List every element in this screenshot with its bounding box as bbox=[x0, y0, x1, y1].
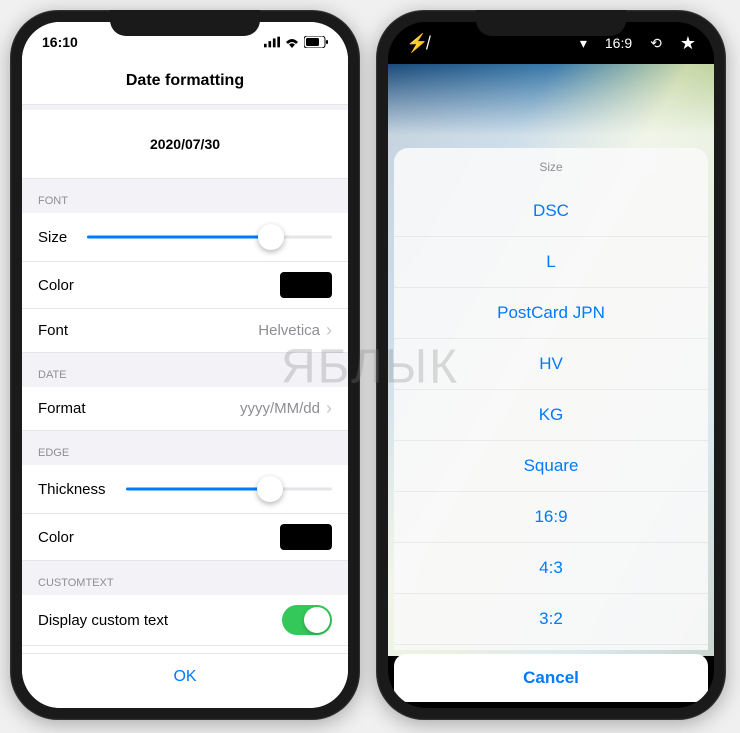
row-display-custom-text[interactable]: Display custom text bbox=[22, 595, 348, 646]
status-time: 16:10 bbox=[42, 34, 78, 50]
slider-track bbox=[87, 236, 332, 239]
size-option-kg[interactable]: KG bbox=[394, 390, 708, 441]
thickness-slider[interactable] bbox=[126, 475, 332, 503]
sheet-title: Size bbox=[394, 148, 708, 186]
row-font-color[interactable]: Color bbox=[22, 262, 348, 309]
size-option-4-3[interactable]: 4:3 bbox=[394, 543, 708, 594]
screen-right: ⚡̸ ▾ 16:9 ⟲ ★ Size DSC L PostCard JPN HV… bbox=[388, 22, 714, 708]
refresh-icon[interactable]: ⟲ bbox=[650, 35, 662, 52]
size-option-square[interactable]: Square bbox=[394, 441, 708, 492]
font-color-label: Color bbox=[38, 277, 74, 294]
cellular-icon bbox=[264, 36, 280, 48]
size-option-3-2[interactable]: 3:2 bbox=[394, 594, 708, 645]
row-edge-color[interactable]: Color bbox=[22, 514, 348, 561]
size-option-16-9[interactable]: 16:9 bbox=[394, 492, 708, 543]
section-header-customtext: CUSTOMTEXT bbox=[22, 561, 348, 595]
size-option-l[interactable]: L bbox=[394, 237, 708, 288]
size-option-postcard-jpn[interactable]: PostCard JPN bbox=[394, 288, 708, 339]
edge-color-label: Color bbox=[38, 529, 74, 546]
phone-right: ⚡̸ ▾ 16:9 ⟲ ★ Size DSC L PostCard JPN HV… bbox=[376, 10, 726, 720]
font-color-swatch[interactable] bbox=[280, 272, 332, 298]
section-header-edge: EDGE bbox=[22, 431, 348, 465]
page-title: Date formatting bbox=[22, 62, 348, 105]
row-edge-thickness[interactable]: Thickness bbox=[22, 465, 348, 514]
slider-thumb[interactable] bbox=[258, 224, 284, 250]
wifi-icon bbox=[284, 36, 300, 48]
display-customtext-toggle[interactable] bbox=[282, 605, 332, 635]
battery-icon bbox=[304, 36, 328, 48]
notch bbox=[476, 10, 626, 36]
chevron-right-icon: › bbox=[326, 398, 332, 419]
size-action-sheet: Size DSC L PostCard JPN HV KG Square 16:… bbox=[394, 148, 708, 650]
size-label: Size bbox=[38, 229, 67, 246]
flash-icon[interactable]: ⚡̸ bbox=[406, 33, 428, 54]
sheet-list[interactable]: DSC L PostCard JPN HV KG Square 16:9 4:3… bbox=[394, 186, 708, 650]
section-header-font: FONT bbox=[22, 179, 348, 213]
size-slider[interactable] bbox=[87, 223, 332, 251]
font-label: Font bbox=[38, 322, 68, 339]
ok-button[interactable]: OK bbox=[22, 653, 348, 708]
size-option-dsc[interactable]: DSC bbox=[394, 186, 708, 237]
format-label: Format bbox=[38, 400, 86, 417]
aspect-label[interactable]: 16:9 bbox=[605, 35, 632, 51]
star-icon[interactable]: ★ bbox=[680, 33, 696, 54]
settings-scroll[interactable]: 2020/07/30 FONT Size Color Font Helvetic… bbox=[22, 110, 348, 656]
display-customtext-label: Display custom text bbox=[38, 612, 168, 629]
screen-left: 16:10 Date formatting 2020/07/30 FONT Si… bbox=[22, 22, 348, 708]
slider-track bbox=[126, 488, 332, 491]
cancel-button[interactable]: Cancel bbox=[394, 654, 708, 702]
size-option-hv[interactable]: HV bbox=[394, 339, 708, 390]
row-date-format[interactable]: Format yyyy/MM/dd › bbox=[22, 387, 348, 431]
status-indicators bbox=[264, 36, 328, 48]
notch bbox=[110, 10, 260, 36]
slider-thumb[interactable] bbox=[257, 476, 283, 502]
row-font-name[interactable]: Font Helvetica › bbox=[22, 309, 348, 353]
phone-left: 16:10 Date formatting 2020/07/30 FONT Si… bbox=[10, 10, 360, 720]
format-value: yyyy/MM/dd bbox=[240, 400, 320, 417]
date-preview: 2020/07/30 bbox=[22, 110, 348, 179]
row-font-size[interactable]: Size bbox=[22, 213, 348, 262]
edge-color-swatch[interactable] bbox=[280, 524, 332, 550]
chevron-right-icon: › bbox=[326, 320, 332, 341]
dropdown-icon[interactable]: ▾ bbox=[580, 35, 587, 52]
thickness-label: Thickness bbox=[38, 481, 106, 498]
section-header-date: DATE bbox=[22, 353, 348, 387]
font-value: Helvetica bbox=[258, 322, 320, 339]
